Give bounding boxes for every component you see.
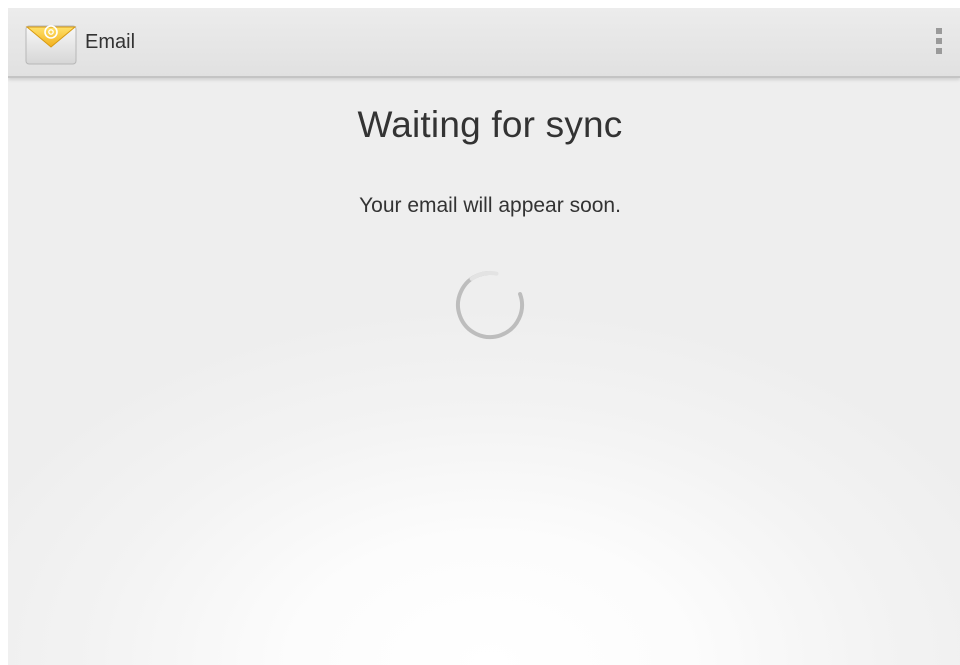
spinner-graphic: [456, 271, 524, 339]
menu-dot-middle: [936, 38, 942, 44]
menu-dot-bottom: [936, 48, 942, 54]
sync-content: Waiting for sync Your email will appear …: [8, 78, 960, 665]
device-frame: Email Waiting for sync Your email will a…: [0, 0, 960, 665]
menu-dot-top: [936, 28, 942, 34]
email-app-icon[interactable]: [24, 14, 78, 68]
action-bar: Email: [8, 8, 960, 78]
sync-title: Waiting for sync: [357, 104, 623, 145]
email-screen: Email Waiting for sync Your email will a…: [8, 8, 960, 665]
overflow-menu-icon[interactable]: [932, 28, 946, 58]
loading-spinner-icon: [453, 268, 527, 342]
app-title: Email: [85, 31, 136, 53]
sync-message: Your email will appear soon.: [359, 194, 621, 217]
envelope-icon: [25, 25, 77, 65]
